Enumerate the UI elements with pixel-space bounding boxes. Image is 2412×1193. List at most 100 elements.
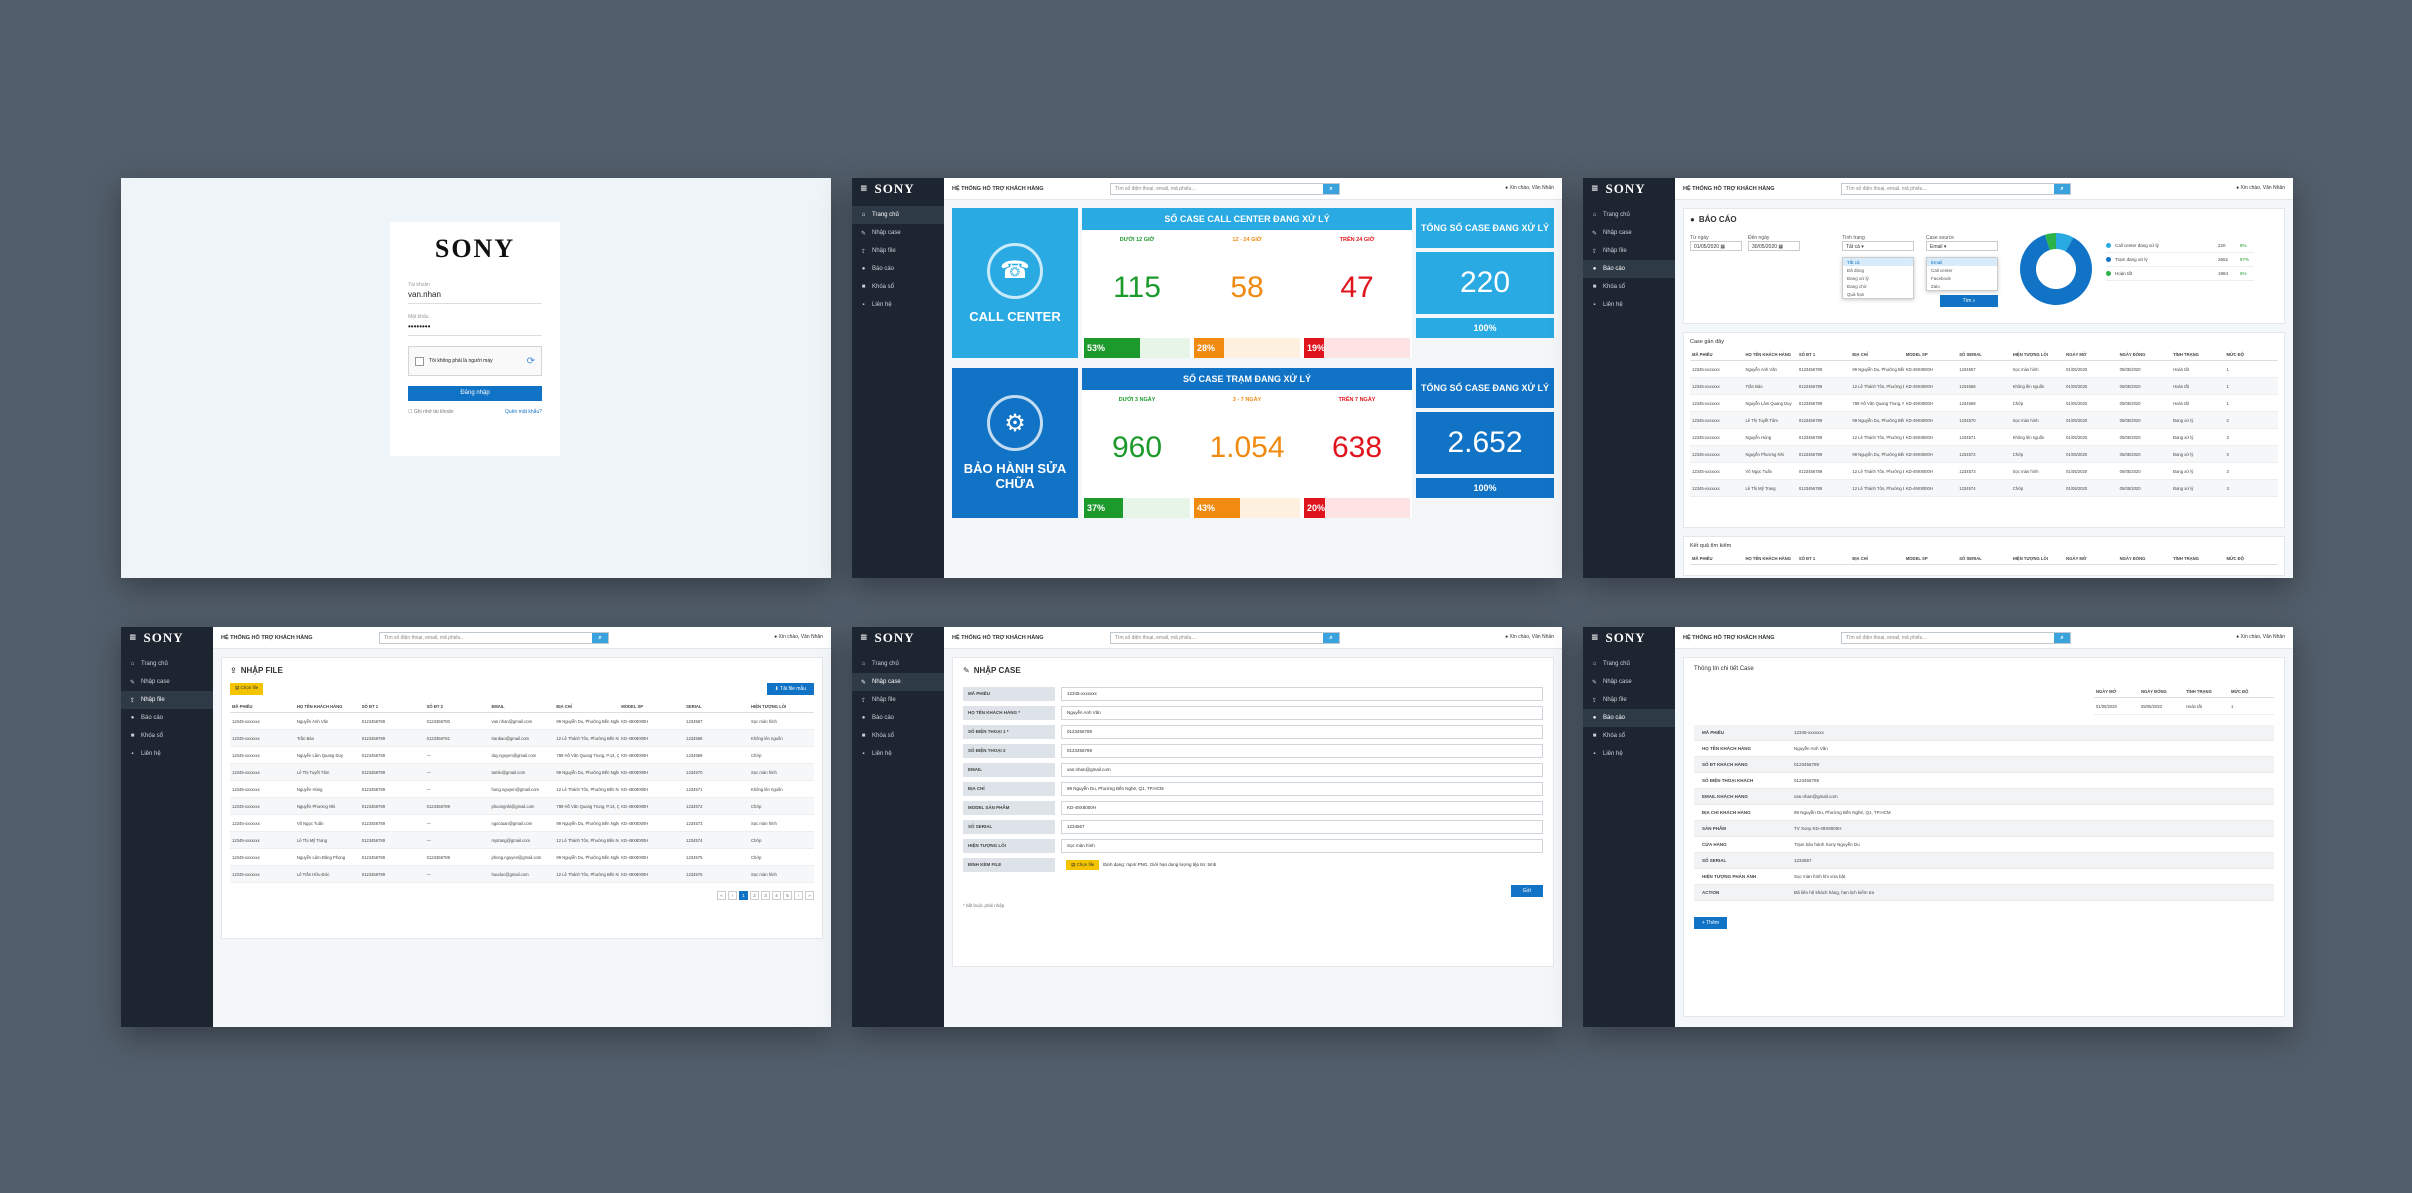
nav-item-new-case[interactable]: ✎ Nhập case	[1583, 673, 1675, 691]
nav-item-import-file[interactable]: ⇪ Nhập file	[852, 242, 944, 260]
search-icon[interactable]: ⌕	[592, 633, 608, 643]
nav-item-lock[interactable]: ■ Khóa sổ	[121, 727, 213, 745]
search-input[interactable]: Tìm số điện thoại, email, mã phiếu...	[1111, 186, 1323, 192]
table-row[interactable]: 12345-xxxxxxx Lê Thị Tuyết Tâm 0123456789 9…	[1690, 411, 2278, 429]
table-row[interactable]: 12345-xxxxxxx Võ Ngọc Tuấn 0123456789— ngoc…	[230, 814, 814, 832]
dropdown-option[interactable]: Zalo	[1927, 282, 1997, 290]
hamburger-icon[interactable]: ≡	[860, 184, 869, 194]
source-select[interactable]: Email ▾	[1926, 241, 1998, 251]
remember-checkbox[interactable]: ☐ Ghi nhớ tài khoản	[408, 409, 454, 415]
search-box[interactable]: Tìm số điện thoại, email, mã phiếu... ⌕	[379, 632, 609, 644]
form-input[interactable]: 0123456789	[1061, 743, 1543, 758]
form-input[interactable]: 0123456789	[1061, 724, 1543, 739]
nav-item-import-file[interactable]: ⇪ Nhập file	[121, 691, 213, 709]
user-menu[interactable]: ● Xin chào, Văn Nhân	[1505, 634, 1554, 640]
page-button[interactable]: ›	[794, 891, 803, 900]
user-menu[interactable]: ● Xin chào, Văn Nhân	[2236, 634, 2285, 640]
nav-item-new-case[interactable]: ✎ Nhập case	[121, 673, 213, 691]
nav-item-new-case[interactable]: ✎ Nhập case	[852, 224, 944, 242]
search-input[interactable]: Tìm số điện thoại, email, mã phiếu...	[1842, 635, 2054, 641]
report-search-button[interactable]: Tìm ⌕	[1940, 295, 1998, 307]
search-input[interactable]: Tìm số điện thoại, email, mã phiếu...	[1842, 186, 2054, 192]
nav-item-import-file[interactable]: ⇪ Nhập file	[1583, 691, 1675, 709]
dropdown-option[interactable]: Đã đóng	[1843, 266, 1913, 274]
nav-item-home[interactable]: ⌂ Trang chủ	[121, 655, 213, 673]
password-field[interactable]: ••••••••	[408, 320, 542, 336]
search-box[interactable]: Tìm số điện thoại, email, mã phiếu... ⌕	[1841, 183, 2071, 195]
form-input[interactable]: 99 Nguyễn Du, Phường Bến Nghé, Q1, TP.HC…	[1061, 781, 1543, 796]
from-date-input[interactable]: 01/05/2020 ▦	[1690, 241, 1742, 251]
page-button[interactable]: 1	[739, 891, 748, 900]
search-box[interactable]: Tìm số điện thoại, email, mã phiếu... ⌕	[1110, 183, 1340, 195]
table-row[interactable]: 12345-xxxxxxx Lê Thị Mỹ Trang 0123456789 12…	[1690, 479, 2278, 497]
nav-item-contact[interactable]: ▪ Liên hệ	[1583, 296, 1675, 314]
page-button[interactable]: 2	[750, 891, 759, 900]
search-icon[interactable]: ⌕	[2054, 184, 2070, 194]
nav-item-new-case[interactable]: ✎ Nhập case	[1583, 224, 1675, 242]
username-field[interactable]: van.nhan	[408, 288, 542, 304]
nav-item-report[interactable]: ● Báo cáo	[1583, 709, 1675, 727]
nav-item-lock[interactable]: ■ Khóa sổ	[852, 727, 944, 745]
hamburger-icon[interactable]: ≡	[1591, 633, 1600, 643]
nav-item-home[interactable]: ⌂ Trang chủ	[1583, 206, 1675, 224]
dropdown-option[interactable]: Facebook	[1927, 274, 1997, 282]
table-row[interactable]: 12345-xxxxxxx Trần Bảo 0123456789 012345678…	[230, 729, 814, 747]
form-input[interactable]: Sọc màn hình	[1061, 838, 1543, 853]
search-input[interactable]: Tìm số điện thoại, email, mã phiếu...	[380, 635, 592, 641]
captcha-checkbox[interactable]	[415, 356, 424, 366]
nav-item-lock[interactable]: ■ Khóa sổ	[852, 278, 944, 296]
login-button[interactable]: Đăng nhập	[408, 386, 542, 401]
nav-item-home[interactable]: ⌂ Trang chủ	[852, 655, 944, 673]
table-row[interactable]: 12345-xxxxxxx Nguyễn Phương Nhi 0123456789…	[230, 797, 814, 815]
page-button[interactable]: 3	[761, 891, 770, 900]
table-row[interactable]: 12345-xxxxxxx Nguyễn Hùng 0123456789— hung.…	[230, 780, 814, 798]
table-row[interactable]: 12345-xxxxxxx Trần Bảo 0123456789 12 Lê Thá…	[1690, 377, 2278, 395]
dropdown-option[interactable]: Call center	[1927, 266, 1997, 274]
table-row[interactable]: 12345-xxxxxxx Lê Thị Tuyết Tâm 0123456789—…	[230, 763, 814, 781]
table-row[interactable]: 12345-xxxxxxx Nguyễn Phương Nhi 0123456789…	[1690, 445, 2278, 463]
dropdown-option[interactable]: Đang chờ	[1843, 282, 1913, 290]
table-row[interactable]: 12345-xxxxxxx Nguyễn Anh Văn 0123456789 012…	[230, 712, 814, 730]
nav-item-contact[interactable]: ▪ Liên hệ	[1583, 745, 1675, 763]
page-button[interactable]: »	[805, 891, 814, 900]
download-template-button[interactable]: ⬇ Tải file mẫu	[766, 683, 814, 695]
hamburger-icon[interactable]: ≡	[129, 633, 138, 643]
dropdown-option[interactable]: Tất cả	[1843, 258, 1913, 266]
hamburger-icon[interactable]: ≡	[1591, 184, 1600, 194]
nav-item-new-case[interactable]: ✎ Nhập case	[852, 673, 944, 691]
add-button[interactable]: + Thêm	[1694, 917, 1728, 929]
search-box[interactable]: Tìm số điện thoại, email, mã phiếu... ⌕	[1110, 632, 1340, 644]
search-input[interactable]: Tìm số điện thoại, email, mã phiếu...	[1111, 635, 1323, 641]
page-button[interactable]: ‹	[728, 891, 737, 900]
page-button[interactable]: 4	[772, 891, 781, 900]
form-input[interactable]: van.nhan@gmail.com	[1061, 762, 1543, 777]
search-icon[interactable]: ⌕	[1323, 633, 1339, 643]
form-input[interactable]: 1234567	[1061, 819, 1543, 834]
nav-item-lock[interactable]: ■ Khóa sổ	[1583, 278, 1675, 296]
table-row[interactable]: 12345-xxxxxxx Võ Ngọc Tuấn 0123456789 12 Lê…	[1690, 462, 2278, 480]
user-menu[interactable]: ● Xin chào, Văn Nhân	[1505, 185, 1554, 191]
nav-item-lock[interactable]: ■ Khóa sổ	[1583, 727, 1675, 745]
table-row[interactable]: 12345-xxxxxxx Nguyễn Lâm Quang Duy 0123456…	[1690, 394, 2278, 412]
submit-case-button[interactable]: Gửi	[1510, 885, 1543, 897]
nav-item-contact[interactable]: ▪ Liên hệ	[852, 296, 944, 314]
page-button[interactable]: «	[717, 891, 726, 900]
to-date-input[interactable]: 30/05/2020 ▦	[1748, 241, 1800, 251]
nav-item-report[interactable]: ● Báo cáo	[852, 260, 944, 278]
nav-item-report[interactable]: ● Báo cáo	[1583, 260, 1675, 278]
dropdown-option[interactable]: Đang xử lý	[1843, 274, 1913, 282]
attach-file-button[interactable]: ▤ Chọn file	[1066, 859, 1100, 870]
hamburger-icon[interactable]: ≡	[860, 633, 869, 643]
nav-item-import-file[interactable]: ⇪ Nhập file	[1583, 242, 1675, 260]
dropdown-option[interactable]: Email	[1927, 258, 1997, 266]
nav-item-contact[interactable]: ▪ Liên hệ	[852, 745, 944, 763]
form-input[interactable]: KD-49X8000H	[1061, 800, 1543, 815]
nav-item-report[interactable]: ● Báo cáo	[852, 709, 944, 727]
nav-item-home[interactable]: ⌂ Trang chủ	[1583, 655, 1675, 673]
table-row[interactable]: 12345-xxxxxxx Nguyễn Anh Văn 0123456789 99 …	[1690, 360, 2278, 378]
search-icon[interactable]: ⌕	[1323, 184, 1339, 194]
form-input[interactable]: Nguyễn Anh Văn	[1061, 705, 1543, 720]
search-icon[interactable]: ⌕	[2054, 633, 2070, 643]
choose-file-button[interactable]: ▤ Chọn file	[230, 683, 264, 695]
status-select[interactable]: Tất cả ▾	[1842, 241, 1914, 251]
